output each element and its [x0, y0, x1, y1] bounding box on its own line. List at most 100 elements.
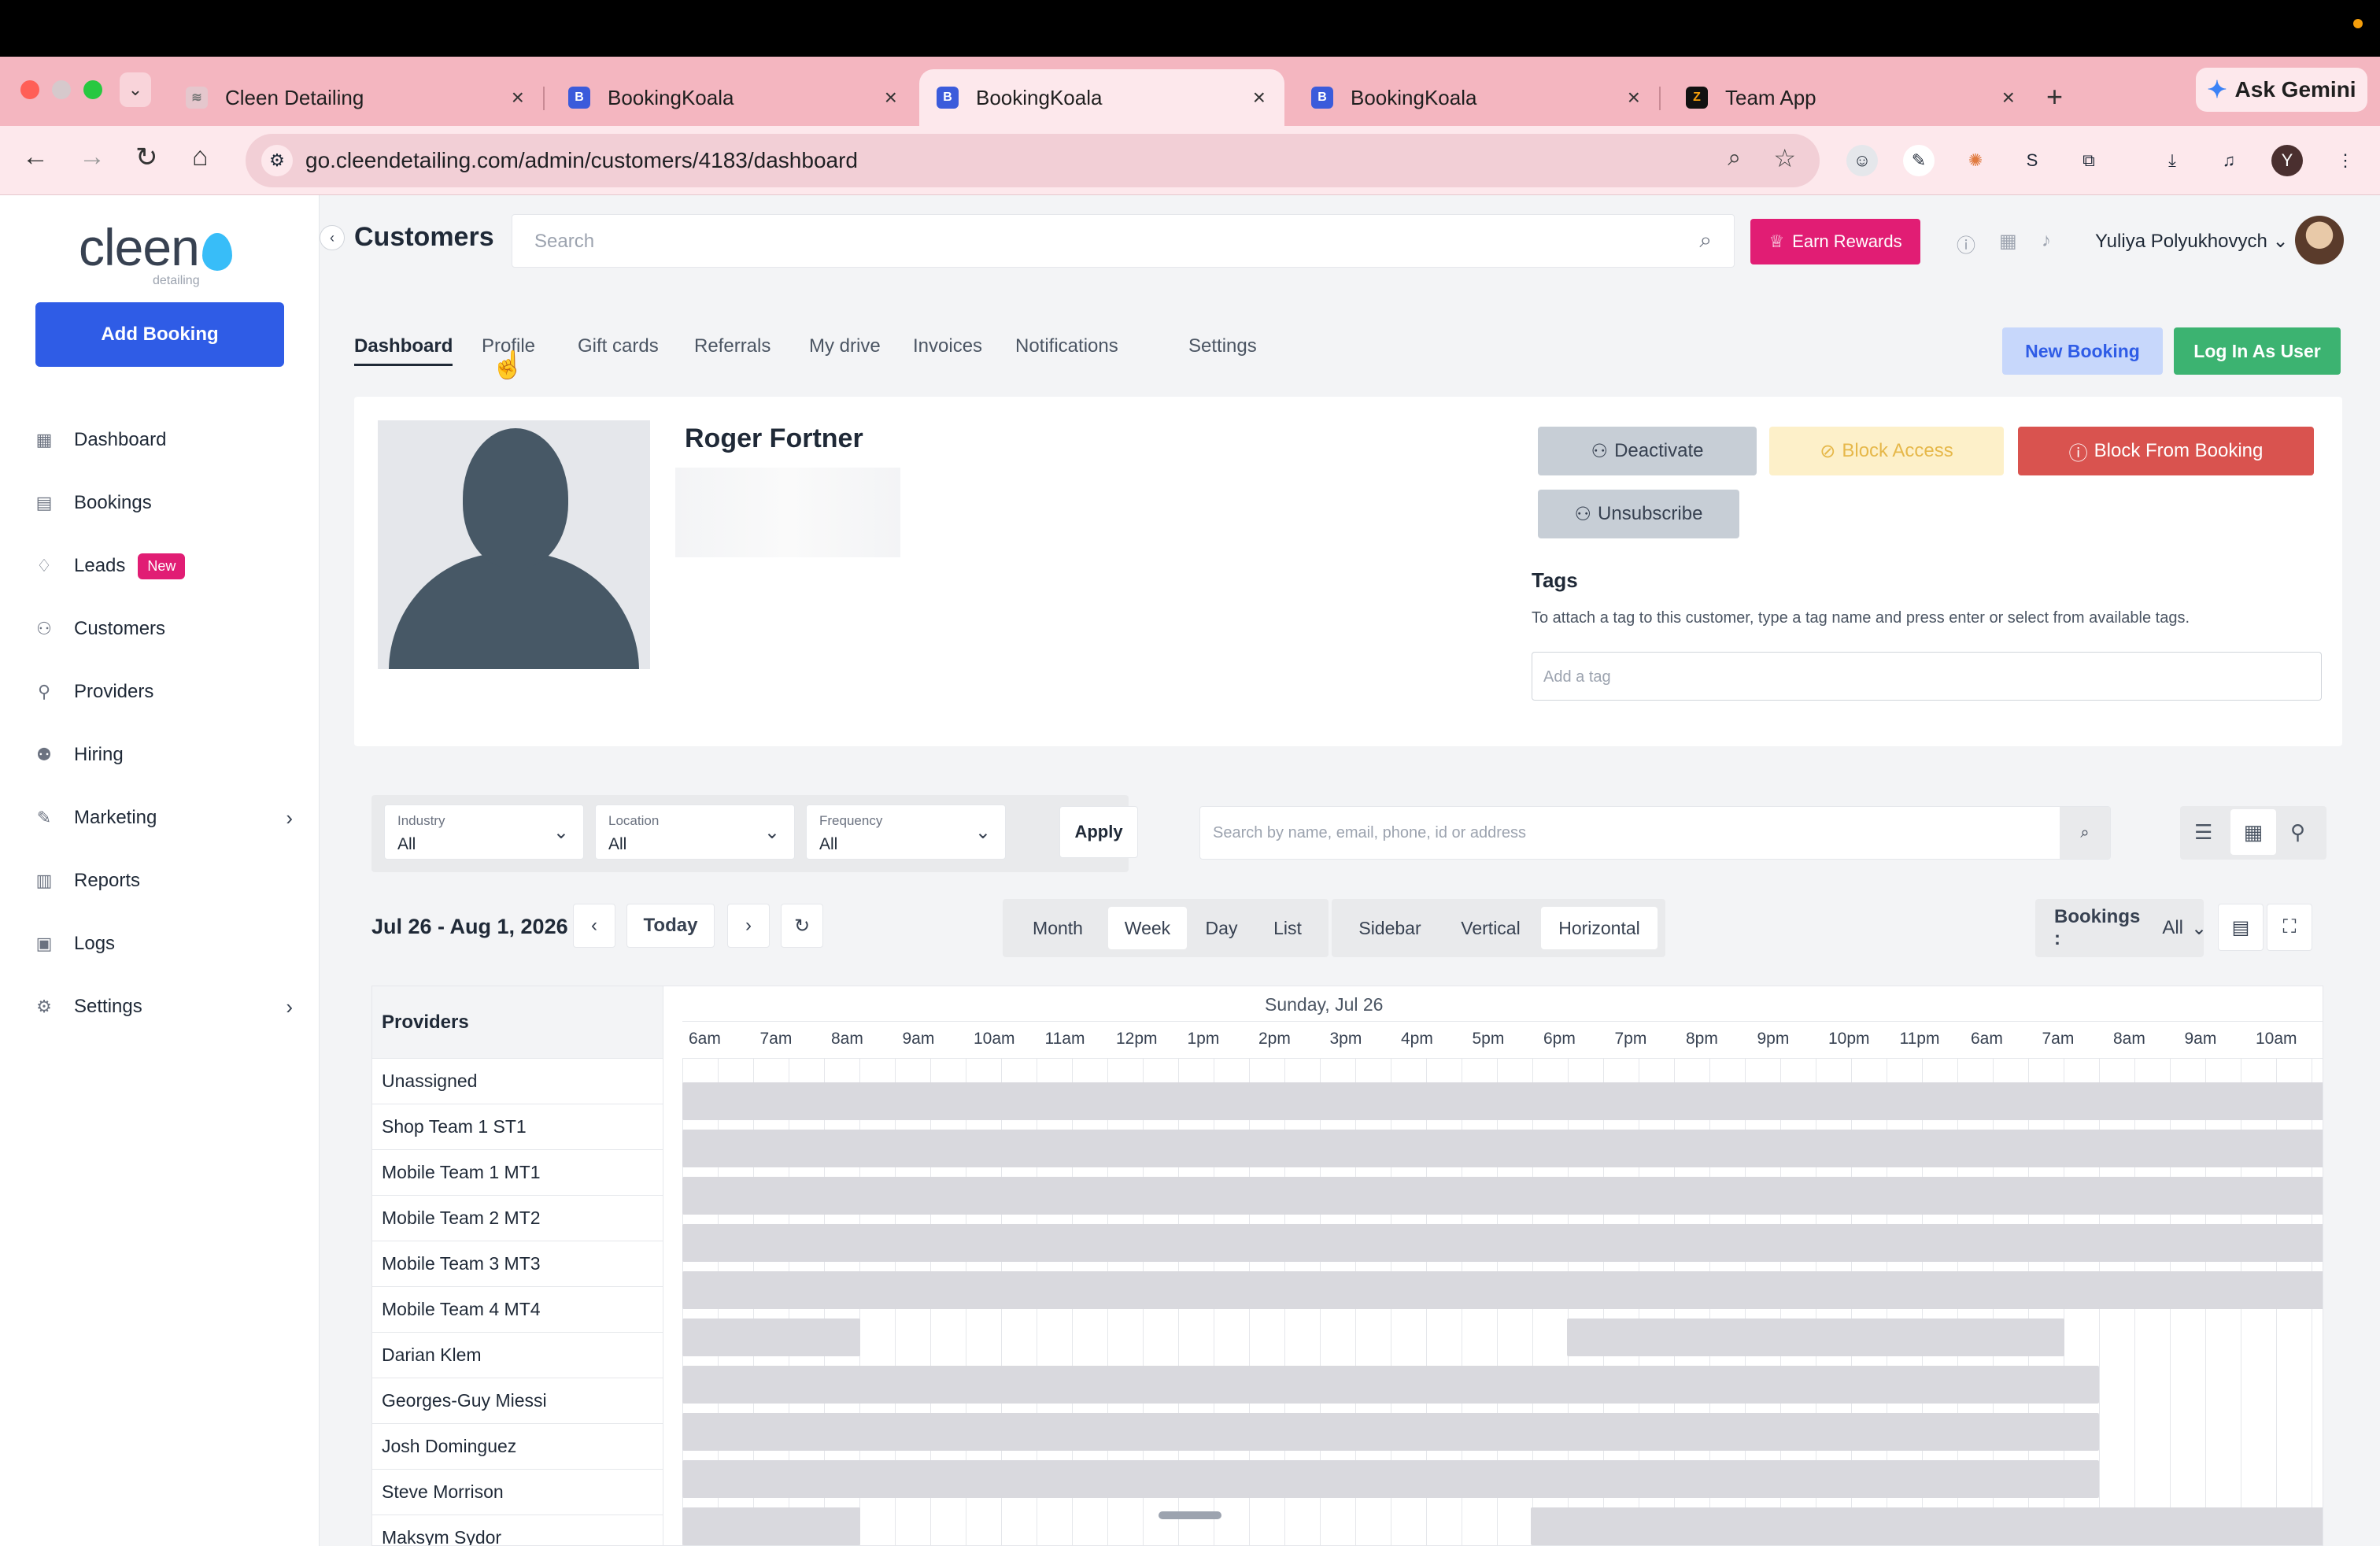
provider-row[interactable]: Maksym Sydor: [372, 1515, 663, 1545]
earn-rewards-button[interactable]: ♕ Earn Rewards: [1750, 219, 1920, 264]
provider-row[interactable]: Georges-Guy Miessi: [372, 1378, 663, 1424]
extension-s-icon[interactable]: S: [2016, 145, 2048, 176]
today-button[interactable]: Today: [626, 904, 715, 948]
unavailable-block[interactable]: [682, 1130, 2323, 1167]
url-text[interactable]: go.cleendetailing.com/admin/customers/41…: [305, 148, 858, 173]
browser-tab-active[interactable]: B BookingKoala ×: [919, 69, 1284, 126]
fullscreen-icon[interactable]: ⛶: [2267, 904, 2312, 951]
search-input[interactable]: Search ⌕: [512, 214, 1735, 268]
tab-dashboard[interactable]: Dashboard: [354, 335, 453, 366]
info-icon[interactable]: ⓘ: [1957, 230, 1975, 257]
search-icon[interactable]: ⌕: [2060, 807, 2110, 859]
extension-asterisk-icon[interactable]: ✺: [1960, 145, 1991, 176]
sidebar-item-marketing[interactable]: ✎ Marketing ›: [33, 798, 293, 838]
add-booking-button[interactable]: Add Booking: [35, 302, 284, 367]
block-from-booking-button[interactable]: ⓘ Block From Booking: [2018, 427, 2314, 475]
unavailable-block[interactable]: [1531, 1507, 2323, 1545]
booking-search-input[interactable]: Search by name, email, phone, id or addr…: [1199, 806, 2111, 860]
provider-row[interactable]: Mobile Team 3 MT3: [372, 1241, 663, 1287]
unavailable-block[interactable]: [682, 1224, 2323, 1262]
unavailable-block[interactable]: [682, 1082, 2323, 1120]
provider-row[interactable]: Mobile Team 1 MT1: [372, 1150, 663, 1196]
kebab-menu-icon[interactable]: ⋮: [2330, 145, 2361, 176]
reload-icon[interactable]: ↻: [135, 142, 158, 173]
close-icon[interactable]: ×: [1253, 85, 1266, 110]
deactivate-button[interactable]: ⚇ Deactivate: [1538, 427, 1757, 475]
provider-row[interactable]: Mobile Team 4 MT4: [372, 1287, 663, 1333]
profile-avatar[interactable]: Y: [2271, 145, 2303, 176]
sidebar-item-logs[interactable]: ▣ Logs: [33, 924, 293, 963]
customer-avatar[interactable]: [378, 420, 650, 669]
sidebar-item-bookings[interactable]: ▤ Bookings: [33, 483, 293, 523]
browser-tab[interactable]: ≋ Cleen Detailing ×: [168, 69, 543, 126]
unavailable-block[interactable]: [682, 1413, 2099, 1451]
tab-search-button[interactable]: ⌄: [120, 72, 151, 107]
sidebar-item-leads[interactable]: ♢ Leads New: [33, 546, 293, 586]
provider-row[interactable]: Unassigned: [372, 1059, 663, 1104]
sidebar-item-hiring[interactable]: ⚉ Hiring: [33, 735, 293, 775]
sidebar-item-customers[interactable]: ⚇ Customers: [33, 609, 293, 649]
view-list[interactable]: List: [1255, 907, 1321, 949]
sidebar-item-providers[interactable]: ⚲ Providers: [33, 672, 293, 712]
browser-tab[interactable]: B BookingKoala ×: [551, 69, 916, 126]
provider-row[interactable]: Josh Dominguez: [372, 1424, 663, 1470]
bookings-filter-select[interactable]: Bookings : All ⌄: [2035, 899, 2207, 957]
notification-bell-icon[interactable]: ♪: [2042, 230, 2051, 252]
view-day[interactable]: Day: [1190, 907, 1253, 949]
block-access-button[interactable]: ⊘ Block Access: [1769, 427, 2004, 475]
sidebar-item-reports[interactable]: ▥ Reports: [33, 861, 293, 901]
next-week-button[interactable]: ›: [727, 904, 770, 948]
view-week[interactable]: Week: [1108, 907, 1187, 949]
layout-sidebar[interactable]: Sidebar: [1340, 907, 1440, 949]
sidebar-item-settings[interactable]: ⚙ Settings ›: [33, 987, 293, 1026]
unavailable-block[interactable]: [682, 1366, 2099, 1404]
view-month[interactable]: Month: [1011, 907, 1105, 949]
back-arrow-icon[interactable]: ←: [22, 142, 49, 172]
provider-row[interactable]: Darian Klem: [372, 1333, 663, 1378]
list-view-icon[interactable]: ☰: [2194, 820, 2212, 845]
frequency-select[interactable]: Frequency All ⌄: [806, 804, 1006, 860]
provider-row[interactable]: Shop Team 1 ST1: [372, 1104, 663, 1150]
new-booking-button[interactable]: New Booking: [2002, 327, 2163, 375]
site-settings-icon[interactable]: ⚙: [261, 145, 293, 176]
unavailable-block[interactable]: [1567, 1319, 2064, 1356]
media-control-icon[interactable]: ♫: [2213, 145, 2245, 176]
browser-tab[interactable]: B BookingKoala ×: [1294, 69, 1659, 126]
zoom-icon[interactable]: ⌕: [1728, 145, 1741, 172]
unsubscribe-button[interactable]: ⚇ Unsubscribe: [1538, 490, 1739, 538]
download-icon[interactable]: ⤓: [2156, 145, 2188, 176]
prev-week-button[interactable]: ‹: [573, 904, 615, 948]
calendar-settings-icon[interactable]: ▤: [2218, 904, 2264, 951]
sidebar-item-dashboard[interactable]: ▦ Dashboard: [33, 420, 293, 460]
extension-face-icon[interactable]: ☺: [1846, 145, 1878, 176]
user-menu[interactable]: Yuliya Polyukhovych ⌄: [2095, 230, 2289, 253]
close-icon[interactable]: ×: [1628, 85, 1640, 110]
industry-select[interactable]: Industry All ⌄: [384, 804, 584, 860]
cleen-logo[interactable]: cleen: [79, 217, 232, 277]
location-select[interactable]: Location All ⌄: [595, 804, 795, 860]
new-tab-button[interactable]: +: [2046, 80, 2063, 113]
add-tag-input[interactable]: Add a tag: [1532, 652, 2322, 701]
tab-my-drive[interactable]: My drive: [809, 335, 881, 357]
home-icon[interactable]: ⌂: [192, 142, 209, 172]
log-in-as-user-button[interactable]: Log In As User: [2174, 327, 2341, 375]
tab-notifications[interactable]: Notifications: [1015, 335, 1118, 357]
tab-settings[interactable]: Settings: [1188, 335, 1257, 357]
layout-vertical[interactable]: Vertical: [1443, 907, 1538, 949]
close-icon[interactable]: ×: [512, 85, 524, 110]
building-icon[interactable]: ▦: [1999, 230, 2017, 253]
unavailable-block[interactable]: [682, 1507, 860, 1545]
close-icon[interactable]: ×: [2002, 85, 2015, 110]
provider-row[interactable]: Steve Morrison: [372, 1470, 663, 1515]
browser-tab[interactable]: Z Team App ×: [1669, 69, 2034, 126]
provider-row[interactable]: Mobile Team 2 MT2: [372, 1196, 663, 1241]
search-icon[interactable]: ⌕: [1699, 227, 1712, 253]
close-icon[interactable]: ×: [885, 85, 897, 110]
avatar[interactable]: [2295, 216, 2344, 264]
extensions-puzzle-icon[interactable]: ⧉: [2073, 145, 2105, 176]
map-pin-icon[interactable]: ⚲: [2290, 820, 2305, 845]
unavailable-block[interactable]: [682, 1460, 2099, 1498]
address-bar[interactable]: ⚙ go.cleendetailing.com/admin/customers/…: [246, 134, 1820, 187]
unavailable-block[interactable]: [682, 1177, 2323, 1215]
tab-gift-cards[interactable]: Gift cards: [578, 335, 659, 357]
